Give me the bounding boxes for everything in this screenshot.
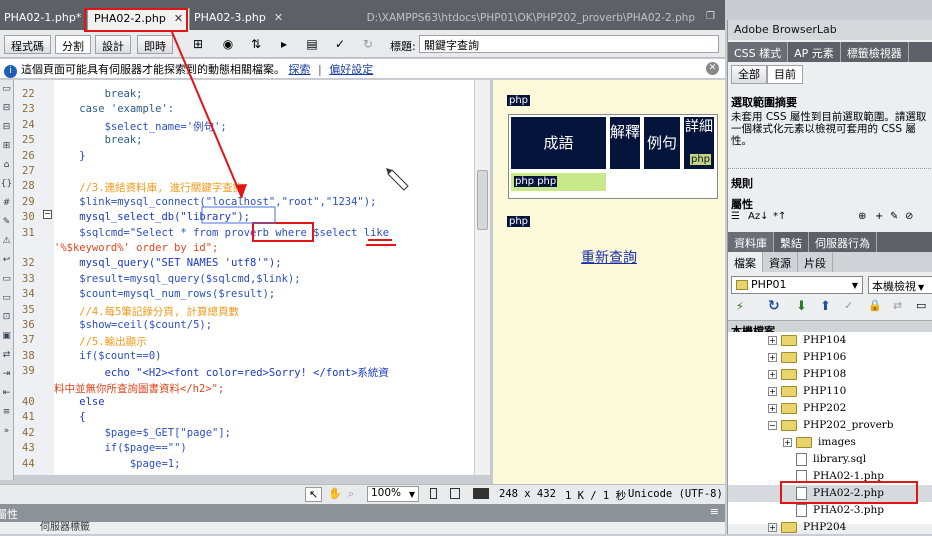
line-number: 32 [22, 257, 35, 270]
annotation-overlay [171, 31, 409, 246]
pencil-cursor-icon [386, 168, 409, 191]
line-number: 27 [22, 165, 35, 177]
line-number: 35 [22, 303, 35, 316]
line-number: 29 [22, 195, 35, 208]
arrow-head-icon [235, 184, 247, 198]
selection-highlight [201, 206, 276, 224]
line-number: 44 [22, 457, 35, 470]
line-number: 28 [22, 180, 35, 193]
line-number: 31 [22, 226, 35, 239]
underline-annotation [366, 239, 396, 246]
line-number: 41 [22, 411, 35, 424]
line-number: 23 [22, 103, 35, 116]
line-number: 26 [22, 149, 35, 162]
line-number: 38 [22, 349, 35, 362]
line-number: 37 [22, 334, 35, 347]
line-number: 43 [22, 442, 35, 455]
line-number: 25 [22, 134, 35, 147]
line-number: 30 [22, 211, 35, 224]
line-number: 24 [22, 118, 35, 131]
line-number: 39 [22, 365, 35, 378]
line-number: 34 [22, 288, 35, 301]
annotation-arrow [171, 31, 243, 199]
line-number: 40 [22, 396, 35, 408]
line-number: 33 [22, 272, 35, 285]
line-number: 22 [22, 88, 35, 100]
line-number: 36 [22, 319, 35, 331]
line-number: 42 [22, 426, 35, 439]
